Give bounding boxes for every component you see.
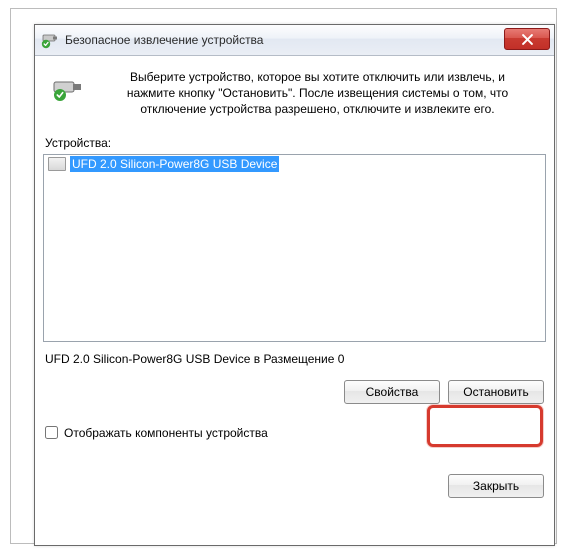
instruction-row: Выберите устройство, которое вы хотите о… [43, 63, 546, 128]
close-button[interactable] [504, 28, 550, 50]
properties-button[interactable]: Свойства [344, 380, 440, 404]
usb-device-icon [51, 69, 85, 103]
list-item-label: UFD 2.0 Silicon-Power8G USB Device [70, 156, 279, 172]
button-row-main: Свойства Остановить [43, 380, 546, 404]
window-frame: Безопасное извлечение устройства [34, 24, 555, 546]
list-item[interactable]: UFD 2.0 Silicon-Power8G USB Device [44, 155, 545, 173]
stop-button[interactable]: Остановить [448, 380, 544, 404]
button-row-close: Закрыть [43, 474, 546, 498]
client-area: Выберите устройство, которое вы хотите о… [43, 63, 546, 537]
close-dialog-button[interactable]: Закрыть [448, 474, 544, 498]
window-title: Безопасное извлечение устройства [65, 33, 263, 47]
show-components-row: Отображать компоненты устройства [43, 426, 546, 440]
device-status-text: UFD 2.0 Silicon-Power8G USB Device в Раз… [43, 342, 546, 380]
titlebar: Безопасное извлечение устройства [35, 25, 554, 56]
show-components-checkbox[interactable] [45, 426, 58, 439]
drive-icon [48, 157, 66, 171]
outer-frame: Безопасное извлечение устройства [10, 8, 557, 544]
devices-listbox[interactable]: UFD 2.0 Silicon-Power8G USB Device [43, 154, 546, 342]
safely-remove-hardware-icon [41, 31, 59, 49]
instruction-text: Выберите устройство, которое вы хотите о… [97, 69, 538, 118]
close-icon [522, 34, 533, 45]
devices-label: Устройства: [43, 128, 546, 154]
show-components-label[interactable]: Отображать компоненты устройства [64, 426, 268, 440]
